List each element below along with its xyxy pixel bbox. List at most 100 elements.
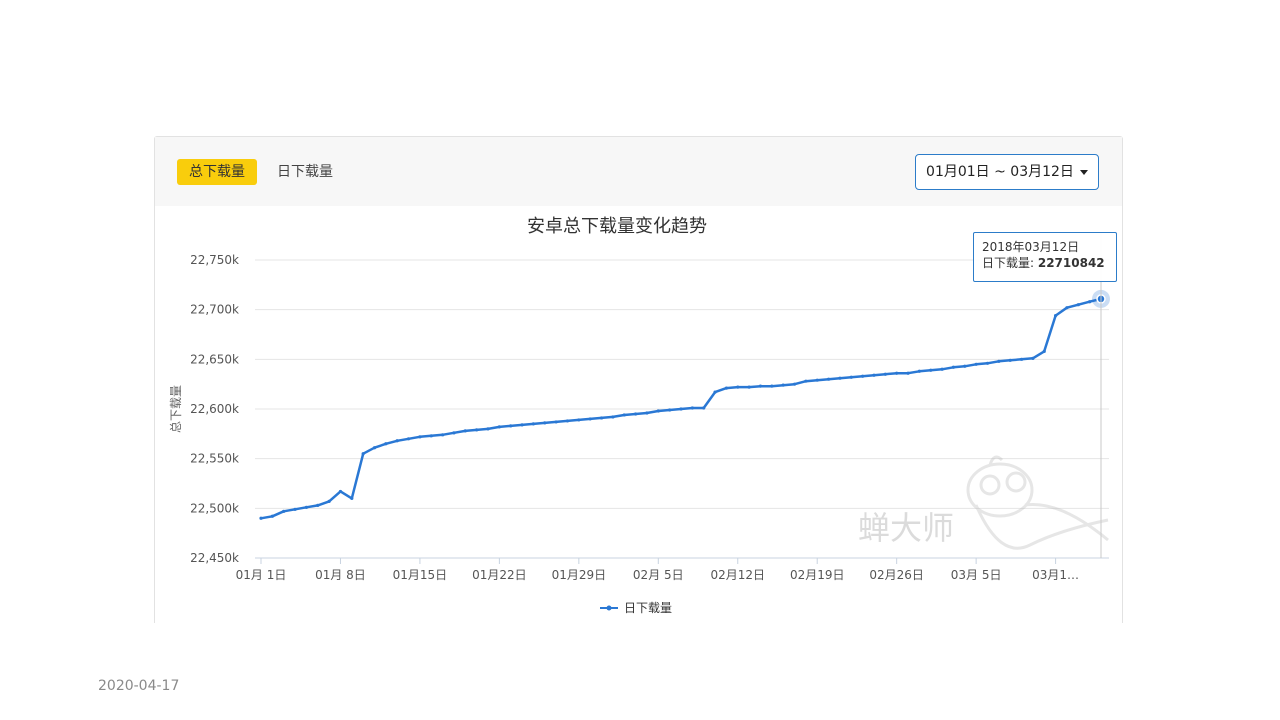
data-point[interactable] <box>690 406 694 410</box>
data-point[interactable] <box>543 421 547 425</box>
data-point[interactable] <box>588 417 592 421</box>
chart-title: 安卓总下载量变化趋势 <box>527 216 707 237</box>
data-point[interactable] <box>713 390 717 394</box>
data-point[interactable] <box>293 507 297 511</box>
data-point[interactable] <box>883 372 887 376</box>
x-tick-label: 02月 5日 <box>633 568 684 582</box>
data-point[interactable] <box>951 365 956 369</box>
data-point[interactable] <box>565 419 570 423</box>
data-point[interactable] <box>770 384 774 388</box>
data-point[interactable] <box>270 514 274 518</box>
x-tick-label: 01月22日 <box>472 568 527 582</box>
data-point[interactable] <box>441 433 445 437</box>
y-tick-label: 22,750k <box>190 253 239 267</box>
data-point[interactable] <box>985 361 990 365</box>
tooltip-row: 日下载量: 22710842 <box>982 255 1116 271</box>
footer-date: 2020-04-17 <box>98 678 180 694</box>
data-point[interactable] <box>395 439 399 443</box>
y-axis-label: 总下载量 <box>169 385 183 433</box>
data-point[interactable] <box>1042 349 1046 353</box>
data-point[interactable] <box>1008 358 1012 362</box>
watermark: 蝉大师 <box>858 455 1109 550</box>
data-point[interactable] <box>781 383 785 387</box>
data-point[interactable] <box>815 378 819 382</box>
data-point[interactable] <box>350 496 354 500</box>
data-point[interactable] <box>520 423 524 427</box>
data-point[interactable] <box>679 407 683 411</box>
x-tick-label: 01月 8日 <box>315 568 366 582</box>
data-point[interactable] <box>463 429 467 433</box>
tooltip-series-label: 日下载量: <box>982 256 1038 270</box>
data-point[interactable] <box>997 359 1001 363</box>
y-axis-ticks: 22,450k 22,500k 22,550k 22,600k 22,650k 22,70… <box>190 253 239 565</box>
data-point[interactable] <box>406 437 411 441</box>
data-point[interactable] <box>872 373 876 377</box>
data-point[interactable] <box>531 422 536 426</box>
data-point[interactable] <box>861 374 865 378</box>
legend-label: 日下载量 <box>624 601 672 615</box>
data-point[interactable] <box>1088 300 1092 304</box>
line-chart: 安卓总下载量变化趋势 总下载量 22,450k22,500k22,550k22,… <box>169 216 1110 615</box>
data-point[interactable] <box>792 382 797 386</box>
data-point[interactable] <box>338 489 343 494</box>
data-point[interactable] <box>1031 356 1035 360</box>
x-tick-label: 02月26日 <box>869 568 924 582</box>
data-point[interactable] <box>1053 314 1058 318</box>
x-tick-label: 03月1… <box>1032 568 1079 582</box>
data-point[interactable] <box>702 406 706 410</box>
data-point[interactable] <box>475 428 479 432</box>
data-point[interactable] <box>724 386 729 390</box>
data-point[interactable] <box>906 371 910 375</box>
data-point[interactable] <box>838 376 842 380</box>
data-point[interactable] <box>509 424 513 428</box>
data-point[interactable] <box>747 385 751 389</box>
data-point[interactable] <box>826 377 831 381</box>
data-point[interactable] <box>849 375 853 379</box>
data-point[interactable] <box>645 411 649 415</box>
data-point[interactable] <box>361 452 365 456</box>
data-point[interactable] <box>633 412 638 416</box>
data-point[interactable] <box>1019 357 1024 361</box>
data-tooltip: 2018年03月12日 日下载量: 22710842 <box>973 232 1117 282</box>
data-point[interactable] <box>1065 306 1069 310</box>
y-tick-label: 22,700k <box>190 303 239 317</box>
data-point[interactable] <box>259 516 263 520</box>
data-point[interactable] <box>895 371 899 375</box>
data-point[interactable] <box>554 420 558 424</box>
data-point[interactable] <box>736 385 740 389</box>
data-point[interactable] <box>599 416 604 420</box>
data-point[interactable] <box>656 409 660 413</box>
data-point[interactable] <box>804 379 808 383</box>
data-point[interactable] <box>372 446 377 450</box>
data-point[interactable] <box>622 413 626 417</box>
y-tick-label: 22,600k <box>190 402 239 416</box>
data-point[interactable] <box>384 442 388 446</box>
data-point[interactable] <box>929 368 933 372</box>
x-tick-label: 02月12日 <box>710 568 765 582</box>
x-tick-label: 01月15日 <box>393 568 448 582</box>
data-point[interactable] <box>974 362 978 366</box>
x-tick-label: 01月 1日 <box>236 568 287 582</box>
data-point[interactable] <box>327 499 331 503</box>
data-point[interactable] <box>316 503 320 507</box>
data-point[interactable] <box>758 384 763 388</box>
tooltip-value: 22710842 <box>1037 256 1105 270</box>
legend-marker <box>606 605 612 611</box>
x-axis-ticks: 01月 1日 01月 8日 01月15日 01月22日 01月29日 02月 5日 02月1… <box>236 558 1079 582</box>
y-tick-label: 22,550k <box>190 452 239 466</box>
data-point[interactable] <box>940 367 944 371</box>
data-point[interactable] <box>668 408 672 412</box>
data-point[interactable] <box>429 434 433 438</box>
data-point[interactable] <box>418 435 422 439</box>
data-point[interactable] <box>917 369 921 373</box>
data-point[interactable] <box>611 415 615 419</box>
data-point[interactable] <box>486 427 490 431</box>
data-point[interactable] <box>304 505 309 509</box>
legend[interactable]: 日下载量 <box>600 601 672 615</box>
data-point[interactable] <box>497 425 501 429</box>
data-point[interactable] <box>452 431 456 435</box>
data-point[interactable] <box>577 418 581 422</box>
data-point[interactable] <box>282 509 286 513</box>
data-point[interactable] <box>963 364 967 368</box>
data-point[interactable] <box>1076 303 1080 307</box>
